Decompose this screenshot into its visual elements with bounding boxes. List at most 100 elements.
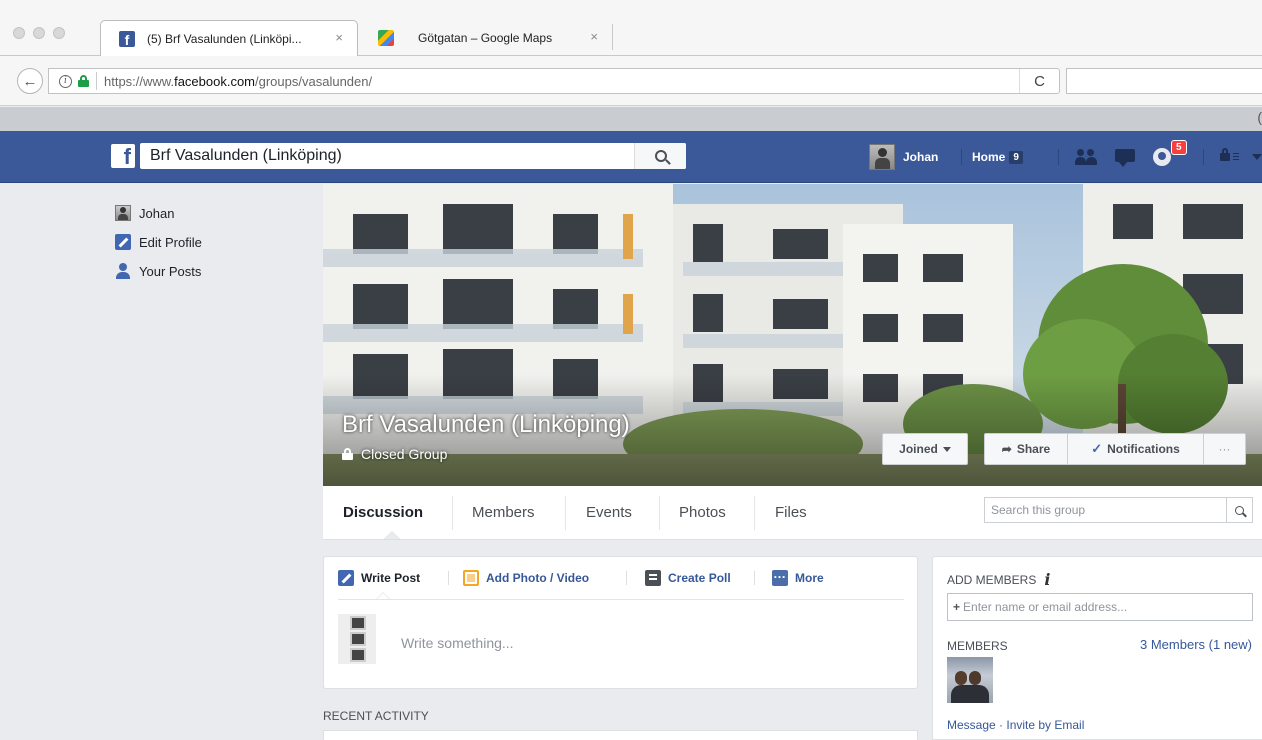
add-members-label: ADD MEMBERS	[947, 572, 1037, 587]
window-zoom-icon[interactable]	[53, 27, 65, 39]
search-button[interactable]	[634, 143, 686, 169]
browser-tab-maps[interactable]: Götgatan – Google Maps ×	[360, 20, 612, 56]
more-options-button[interactable]: ···	[1204, 433, 1246, 465]
recent-activity-heading: RECENT ACTIVITY	[323, 709, 429, 723]
tab-events[interactable]: Events	[586, 486, 632, 539]
home-count-badge: 9	[1009, 150, 1023, 164]
profile-link[interactable]: Johan	[869, 143, 938, 171]
avatar	[869, 144, 895, 170]
lock-icon[interactable]	[78, 75, 89, 87]
home-label: Home	[972, 150, 1006, 164]
add-members-heading: ADD MEMBERS i	[947, 570, 1050, 589]
composer-divider	[448, 571, 449, 585]
facebook-search-input[interactable]: Brf Vasalunden (Linköping)	[140, 143, 686, 169]
facebook-logo-icon[interactable]: f	[111, 144, 135, 168]
write-post-label: Write Post	[361, 571, 421, 585]
messages-icon[interactable]	[1113, 147, 1137, 167]
privacy-label: Closed Group	[361, 446, 448, 462]
sidebar-item-profile[interactable]: Johan	[115, 205, 174, 221]
avatar	[338, 614, 376, 664]
info-icon[interactable]: i	[1044, 570, 1050, 589]
screen: f (5) Brf Vasalunden (Linköpi... × Götga…	[0, 0, 1262, 740]
notifications-globe-icon[interactable]	[1153, 147, 1173, 167]
browser-tab-facebook[interactable]: f (5) Brf Vasalunden (Linköpi... ×	[100, 20, 358, 56]
sidebar-item-label: Edit Profile	[139, 234, 202, 250]
sidebar-item-edit-profile[interactable]: Edit Profile	[115, 234, 202, 250]
friend-requests-icon[interactable]	[1075, 147, 1099, 167]
browser-search-input[interactable]	[1066, 68, 1262, 94]
add-member-placeholder: Enter name or email address...	[963, 600, 1128, 614]
reload-icon: C	[1034, 72, 1045, 90]
reload-button[interactable]: C	[1019, 69, 1059, 93]
photo-icon	[463, 570, 479, 586]
facebook-favicon-icon: f	[119, 30, 135, 47]
active-tab-indicator	[376, 592, 390, 599]
pencil-icon	[338, 570, 354, 586]
composer-divider	[626, 571, 627, 585]
notifications-label: Notifications	[1107, 442, 1180, 456]
share-button[interactable]: ➦ Share	[984, 433, 1068, 465]
member-avatar[interactable]	[947, 657, 993, 703]
notifications-button[interactable]: ✓ Notifications	[1068, 433, 1204, 465]
composer-divider	[754, 571, 755, 585]
members-panel: ADD MEMBERS i + Enter name or email addr…	[932, 556, 1262, 740]
avatar-icon	[115, 205, 131, 221]
add-photo-video-tab[interactable]: Add Photo / Video	[463, 567, 589, 589]
lock-icon	[342, 448, 353, 460]
url-bar[interactable]: i https://www.facebook.com/groups/vasalu…	[48, 68, 1060, 94]
chevron-down-icon	[942, 446, 951, 452]
more-label: More	[795, 571, 824, 585]
post-input[interactable]: Write something...	[401, 635, 514, 651]
url-text[interactable]: https://www.facebook.com/groups/vasalund…	[104, 74, 372, 89]
group-privacy: Closed Group	[342, 446, 447, 462]
tab-members[interactable]: Members	[472, 486, 535, 539]
browser-tab-title: Götgatan – Google Maps	[418, 31, 553, 45]
search-value: Brf Vasalunden (Linköping)	[150, 147, 342, 164]
more-tab[interactable]: More	[772, 566, 824, 589]
write-post-tab[interactable]: Write Post	[338, 567, 420, 589]
tab-divider	[754, 496, 755, 530]
post-composer: Write Post Add Photo / Video Create Poll…	[323, 556, 918, 689]
info-icon[interactable]: i	[59, 74, 72, 88]
composer-divider-line	[338, 599, 904, 600]
facebook-header: f Brf Vasalunden (Linköping) Johan Home …	[0, 131, 1262, 183]
create-poll-tab[interactable]: Create Poll	[645, 567, 731, 589]
back-arrow-icon: ←	[22, 72, 38, 90]
active-tab-indicator	[384, 531, 400, 539]
check-icon: ✓	[1091, 441, 1103, 456]
sidebar-item-label: Johan	[139, 205, 175, 221]
tab-divider	[659, 496, 660, 530]
notification-count-badge: 5	[1171, 140, 1187, 155]
window-minimize-icon[interactable]	[33, 27, 45, 39]
account-menu-caret-icon[interactable]	[1252, 154, 1262, 160]
add-member-input[interactable]: + Enter name or email address...	[947, 593, 1253, 621]
sidebar-item-your-posts[interactable]: Your Posts	[115, 263, 201, 279]
tab-divider	[612, 24, 613, 50]
group-name[interactable]: Brf Vasalunden (Linköping)	[342, 411, 630, 439]
search-button[interactable]	[1226, 498, 1252, 522]
header-divider	[1058, 149, 1059, 165]
pencil-icon	[115, 234, 131, 250]
members-heading: MEMBERS	[947, 639, 1008, 653]
add-photo-label: Add Photo / Video	[486, 571, 590, 585]
tab-close-icon[interactable]: ×	[335, 30, 343, 45]
tab-divider	[565, 496, 566, 530]
person-icon	[115, 263, 131, 279]
home-link[interactable]: Home 9	[972, 150, 1023, 164]
window-close-icon[interactable]	[13, 27, 25, 39]
share-label: Share	[1016, 442, 1051, 456]
recent-activity-card	[323, 730, 918, 740]
group-search-input[interactable]: Search this group	[984, 497, 1253, 523]
tab-divider	[452, 496, 453, 530]
tab-files[interactable]: Files	[775, 486, 807, 539]
search-icon	[1235, 505, 1244, 515]
google-maps-favicon-icon	[378, 30, 394, 46]
joined-button[interactable]: Joined	[882, 433, 968, 465]
tab-photos[interactable]: Photos	[679, 486, 726, 539]
members-count-link[interactable]: 3 Members (1 new)	[1140, 637, 1252, 652]
tab-close-icon[interactable]: ×	[590, 29, 598, 44]
browser-tab-title: (5) Brf Vasalunden (Linköpi...	[147, 31, 302, 46]
back-button[interactable]: ←	[17, 68, 43, 94]
share-icon: ➦	[1001, 442, 1012, 456]
member-actions-links[interactable]: Message · Invite by Email	[947, 718, 1084, 732]
